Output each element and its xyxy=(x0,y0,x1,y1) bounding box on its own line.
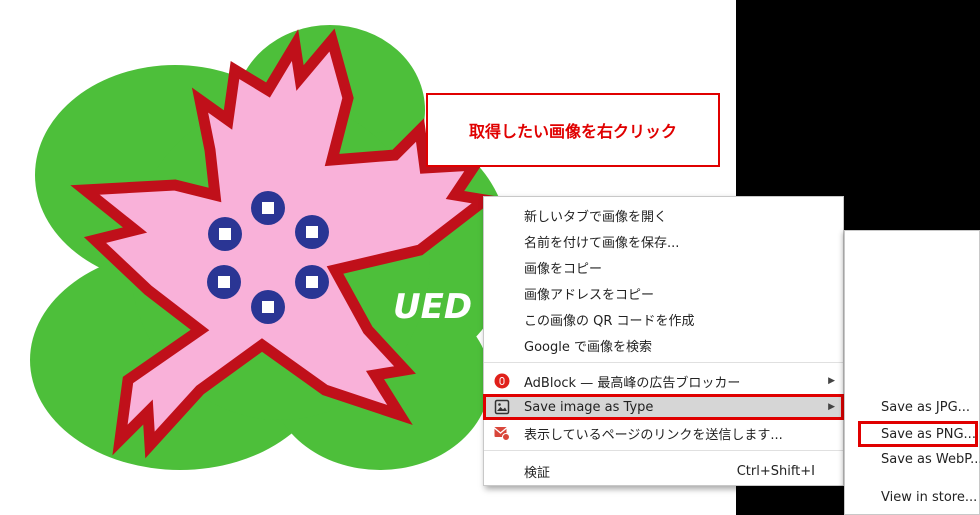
menu-item-copy-image[interactable]: 画像をコピー xyxy=(484,255,843,279)
menu-item-copy-image-address[interactable]: 画像アドレスをコピー xyxy=(484,281,843,305)
instruction-callout: 取得したい画像を右クリック xyxy=(426,93,720,167)
menu-item-label: 画像アドレスをコピー xyxy=(524,287,655,303)
submenu-item-label: Save as PNG... xyxy=(881,426,976,442)
context-menu: 新しいタブで画像を開く 名前を付けて画像を保存... 画像をコピー 画像アドレス… xyxy=(483,196,844,486)
menu-item-adblock[interactable]: AdBlock — 最高峰の広告ブロッカー ▶ xyxy=(484,369,843,393)
menu-item-label: 検証 xyxy=(524,465,551,481)
image-icon xyxy=(494,399,510,415)
menu-item-inspect[interactable]: 検証 Ctrl+Shift+I xyxy=(484,459,843,483)
menu-item-save-image-as-type[interactable]: Save image as Type ▶ xyxy=(483,394,844,420)
submenu-item-save-png[interactable]: Save as PNG... xyxy=(858,421,978,447)
menu-item-search-google[interactable]: Google で画像を検索 xyxy=(484,333,843,357)
menu-item-send-link[interactable]: 表示しているページのリンクを送信します... xyxy=(484,421,843,445)
menu-item-label: 画像をコピー xyxy=(524,261,603,277)
menu-item-label: Google で画像を検索 xyxy=(524,339,652,355)
submenu-item-view-in-store[interactable]: View in store... xyxy=(845,485,979,509)
menu-item-open-image-new-tab[interactable]: 新しいタブで画像を開く xyxy=(484,203,843,227)
submenu-item-save-jpg[interactable]: Save as JPG... xyxy=(845,395,979,419)
submenu-item-label: Save as JPG... xyxy=(881,399,971,415)
menu-separator xyxy=(484,450,843,451)
submenu-save-as-type: Save as JPG... Save as PNG... Save as We… xyxy=(844,230,980,515)
menu-separator xyxy=(484,362,843,363)
menu-item-label: この画像の QR コードを作成 xyxy=(524,313,695,329)
chevron-right-icon: ▶ xyxy=(828,376,835,386)
callout-text: 取得したい画像を右クリック xyxy=(468,122,677,141)
submenu-item-label: View in store... xyxy=(881,489,978,505)
menu-item-create-qr-code[interactable]: この画像の QR コードを作成 xyxy=(484,307,843,331)
menu-item-label: 表示しているページのリンクを送信します... xyxy=(524,427,783,443)
mail-icon xyxy=(494,427,510,441)
submenu-item-save-webp[interactable]: Save as WebP... xyxy=(845,447,980,471)
logo-text: UED xyxy=(393,287,472,327)
menu-item-label: 名前を付けて画像を保存... xyxy=(524,235,680,251)
menu-item-save-image-as[interactable]: 名前を付けて画像を保存... xyxy=(484,229,843,253)
menu-item-label: 新しいタブで画像を開く xyxy=(524,209,668,225)
adblock-icon xyxy=(494,373,510,389)
menu-item-label: Save image as Type xyxy=(524,399,654,415)
menu-item-shortcut: Ctrl+Shift+I xyxy=(736,463,815,479)
chevron-right-icon: ▶ xyxy=(828,402,835,412)
menu-item-label: AdBlock — 最高峰の広告ブロッカー xyxy=(524,375,741,391)
submenu-item-label: Save as WebP... xyxy=(881,451,980,467)
